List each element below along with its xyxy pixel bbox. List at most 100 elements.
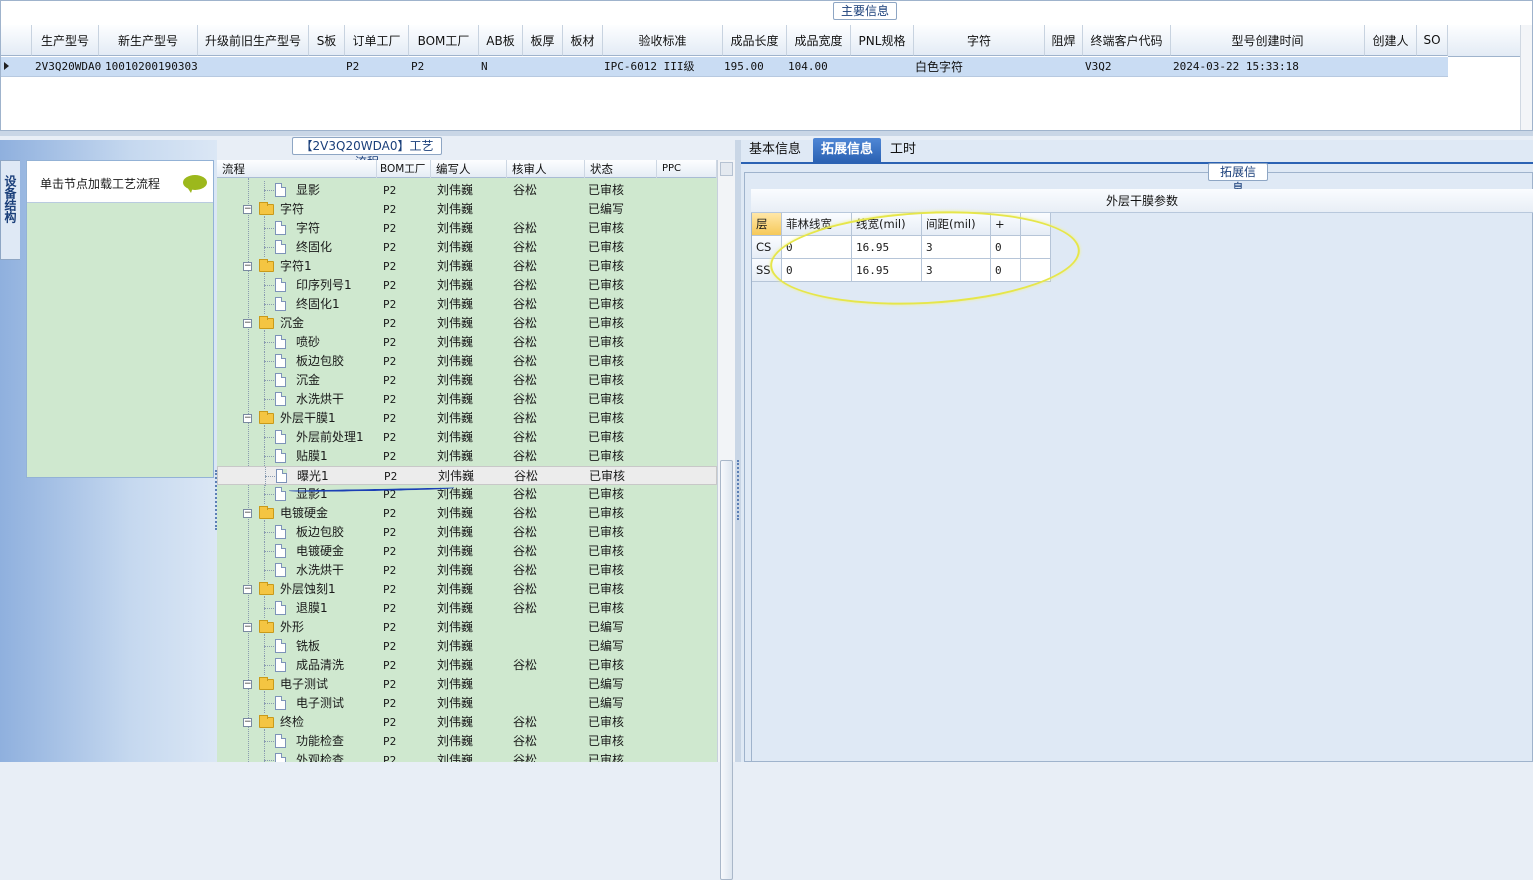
tree-folder-row[interactable]: − 沉金 P2 刘伟巍 谷松 已审核 xyxy=(217,314,717,336)
cell-length[interactable]: 195.00 xyxy=(724,57,764,77)
tree-cell-reviewer: 谷松 xyxy=(513,240,538,254)
col-flow[interactable]: 流程 xyxy=(219,160,377,178)
tree-node-row[interactable]: 终固化 P2 刘伟巍 谷松 已审核 xyxy=(217,238,717,257)
tree-scrollbar[interactable] xyxy=(717,160,735,880)
tree-node-row[interactable]: 板边包胶 P2 刘伟巍 谷松 已审核 xyxy=(217,523,717,542)
tree-branch-line xyxy=(264,190,274,191)
tree-branch-line xyxy=(264,352,265,371)
collapse-icon[interactable]: − xyxy=(243,585,252,594)
cell-bom-factory[interactable]: P2 xyxy=(411,57,424,77)
param-head-layer[interactable]: 层 xyxy=(752,213,782,236)
cell-ab-board[interactable]: N xyxy=(481,57,488,77)
grid-header-col[interactable]: AB板 xyxy=(479,25,523,56)
collapse-icon[interactable]: − xyxy=(243,623,252,632)
tree-node-row[interactable]: 外观检查 P2 刘伟巍 谷松 已审核 xyxy=(217,751,717,762)
collapse-icon[interactable]: − xyxy=(243,205,252,214)
grid-header-col[interactable]: 新生产型号 xyxy=(99,25,198,56)
grid-header-col[interactable]: 升级前旧生产型号 xyxy=(198,25,309,56)
tree-node-row[interactable]: 水洗烘干 P2 刘伟巍 谷松 已审核 xyxy=(217,561,717,580)
tree-branch-line xyxy=(264,390,265,409)
tab-basic-info[interactable]: 基本信息 xyxy=(741,138,809,162)
grid-header-col[interactable]: 阻焊 xyxy=(1045,25,1083,56)
collapse-icon[interactable]: − xyxy=(243,680,252,689)
tree-node-row[interactable]: 功能检查 P2 刘伟巍 谷松 已审核 xyxy=(217,732,717,751)
scroll-up-button[interactable] xyxy=(720,162,733,176)
tree-folder-row[interactable]: − 终检 P2 刘伟巍 谷松 已审核 xyxy=(217,713,717,735)
grid-header-col[interactable]: 板厚 xyxy=(523,25,563,56)
cell-prod-model[interactable]: 2V3Q20WDA0 xyxy=(35,57,101,77)
collapse-icon[interactable]: − xyxy=(243,262,252,271)
tree-node-row[interactable]: 终固化1 P2 刘伟巍 谷松 已审核 xyxy=(217,295,717,314)
grid-header-col[interactable]: S板 xyxy=(309,25,345,56)
grid-header-col[interactable]: 型号创建时间 xyxy=(1171,25,1365,56)
tree-node-row[interactable]: 成品清洗 P2 刘伟巍 谷松 已审核 xyxy=(217,656,717,675)
tab-extended-info[interactable]: 拓展信息 xyxy=(813,138,882,162)
grid-header-col[interactable]: 创建人 xyxy=(1365,25,1417,56)
tree-node-row[interactable]: 喷砂 P2 刘伟巍 谷松 已审核 xyxy=(217,333,717,352)
col-writer[interactable]: 编写人 xyxy=(433,160,507,178)
tree-folder-row[interactable]: − 外层干膜1 P2 刘伟巍 谷松 已审核 xyxy=(217,409,717,431)
tree-node-row[interactable]: 印序列号1 P2 刘伟巍 谷松 已审核 xyxy=(217,276,717,295)
grid-header-col[interactable]: 订单工厂 xyxy=(345,25,409,56)
grid-header-col[interactable]: 字符 xyxy=(914,25,1045,56)
tree-node-row[interactable]: 水洗烘干 P2 刘伟巍 谷松 已审核 xyxy=(217,390,717,409)
tree-cell-bom: P2 xyxy=(383,716,397,729)
col-reviewer[interactable]: 核审人 xyxy=(509,160,585,178)
tree-cell-writer: 刘伟巍 xyxy=(437,354,474,368)
splitter-grip[interactable] xyxy=(737,460,739,520)
grid-header-col[interactable]: 生产型号 xyxy=(32,25,99,56)
col-status[interactable]: 状态 xyxy=(587,160,657,178)
grid-header-col[interactable]: 成品长度 xyxy=(723,25,787,56)
collapse-icon[interactable]: − xyxy=(243,414,252,423)
col-bom[interactable]: BOM工厂 xyxy=(377,160,431,178)
cell-width[interactable]: 104.00 xyxy=(788,57,828,77)
tree-cell-reviewer: 谷松 xyxy=(513,563,538,577)
tab-work-hours[interactable]: 工时 xyxy=(882,138,924,162)
grid-header-col[interactable]: 板材 xyxy=(563,25,603,56)
tree-cell-writer: 刘伟巍 xyxy=(437,506,474,520)
grid-header-col[interactable]: 成品宽度 xyxy=(787,25,851,56)
process-tree: 显影 P2 刘伟巍 谷松 已审核 − 字符 P2 刘伟巍 已编写 字符 P2 刘伟巍 谷松 已审核 终固化 P2… xyxy=(217,178,717,762)
collapse-icon[interactable]: − xyxy=(243,509,252,518)
tree-node-row[interactable]: 字符 P2 刘伟巍 谷松 已审核 xyxy=(217,219,717,238)
cell-standard[interactable]: IPC-6012 III级 xyxy=(604,57,694,77)
folder-icon xyxy=(259,506,274,519)
col-ppc[interactable]: PPC xyxy=(659,160,717,178)
tree-node-row[interactable]: 显影 P2 刘伟巍 谷松 已审核 xyxy=(217,181,717,200)
tree-node-row[interactable]: 沉金 P2 刘伟巍 谷松 已审核 xyxy=(217,371,717,390)
tree-folder-row[interactable]: − 电子测试 P2 刘伟巍 已编写 xyxy=(217,675,717,697)
tree-node-row[interactable]: 铣板 P2 刘伟巍 已编写 xyxy=(217,637,717,656)
grid-header-col[interactable]: PNL规格 xyxy=(851,25,914,56)
tree-node-row[interactable]: 板边包胶 P2 刘伟巍 谷松 已审核 xyxy=(217,352,717,371)
scroll-thumb[interactable] xyxy=(720,460,733,880)
tree-node-row[interactable]: 贴膜1 P2 刘伟巍 谷松 已审核 xyxy=(217,447,717,466)
cell-customer-code[interactable]: V3Q2 xyxy=(1085,57,1112,77)
cell-order-factory[interactable]: P2 xyxy=(346,57,359,77)
tree-folder-row[interactable]: − 字符 P2 刘伟巍 已编写 xyxy=(217,200,717,222)
tree-folder-row[interactable]: − 外形 P2 刘伟巍 已编写 xyxy=(217,618,717,640)
tree-folder-row[interactable]: − 电镀硬金 P2 刘伟巍 谷松 已审核 xyxy=(217,504,717,526)
horizontal-splitter[interactable] xyxy=(0,131,1533,136)
collapse-icon[interactable]: − xyxy=(243,319,252,328)
grid-header-col[interactable]: SO xyxy=(1417,25,1448,56)
grid-header-col[interactable]: 验收标准 xyxy=(603,25,723,56)
tree-folder-row[interactable]: − 字符1 P2 刘伟巍 谷松 已审核 xyxy=(217,257,717,279)
grid-header-col[interactable]: 终端客户代码 xyxy=(1083,25,1171,56)
tree-node-row[interactable]: 电镀硬金 P2 刘伟巍 谷松 已审核 xyxy=(217,542,717,561)
cell-char[interactable]: 白色字符 xyxy=(915,57,963,77)
main-grid-scrollbar[interactable] xyxy=(1520,25,1532,130)
grid-header-col[interactable]: BOM工厂 xyxy=(409,25,479,56)
side-tab-equipment[interactable]: 设备结构 xyxy=(0,160,20,260)
tree-folder-row[interactable]: − 外层蚀刻1 P2 刘伟巍 谷松 已审核 xyxy=(217,580,717,602)
grid-corner[interactable] xyxy=(1,25,32,56)
tree-cell-bom: P2 xyxy=(383,564,397,577)
tree-node-row[interactable]: 曝光1 P2 刘伟巍 谷松 已审核 xyxy=(217,466,717,486)
cell-created-time[interactable]: 2024-03-22 15:33:18 xyxy=(1173,57,1299,77)
tree-node-row[interactable]: 电子测试 P2 刘伟巍 已编写 xyxy=(217,694,717,713)
folder-icon xyxy=(259,202,274,215)
collapse-icon[interactable]: − xyxy=(243,718,252,727)
cell-new-model[interactable]: 10010200190303 xyxy=(105,57,198,77)
tree-node-row[interactable]: 外层前处理1 P2 刘伟巍 谷松 已审核 xyxy=(217,428,717,447)
tree-branch-line xyxy=(264,485,265,504)
tree-node-row[interactable]: 退膜1 P2 刘伟巍 谷松 已审核 xyxy=(217,599,717,618)
